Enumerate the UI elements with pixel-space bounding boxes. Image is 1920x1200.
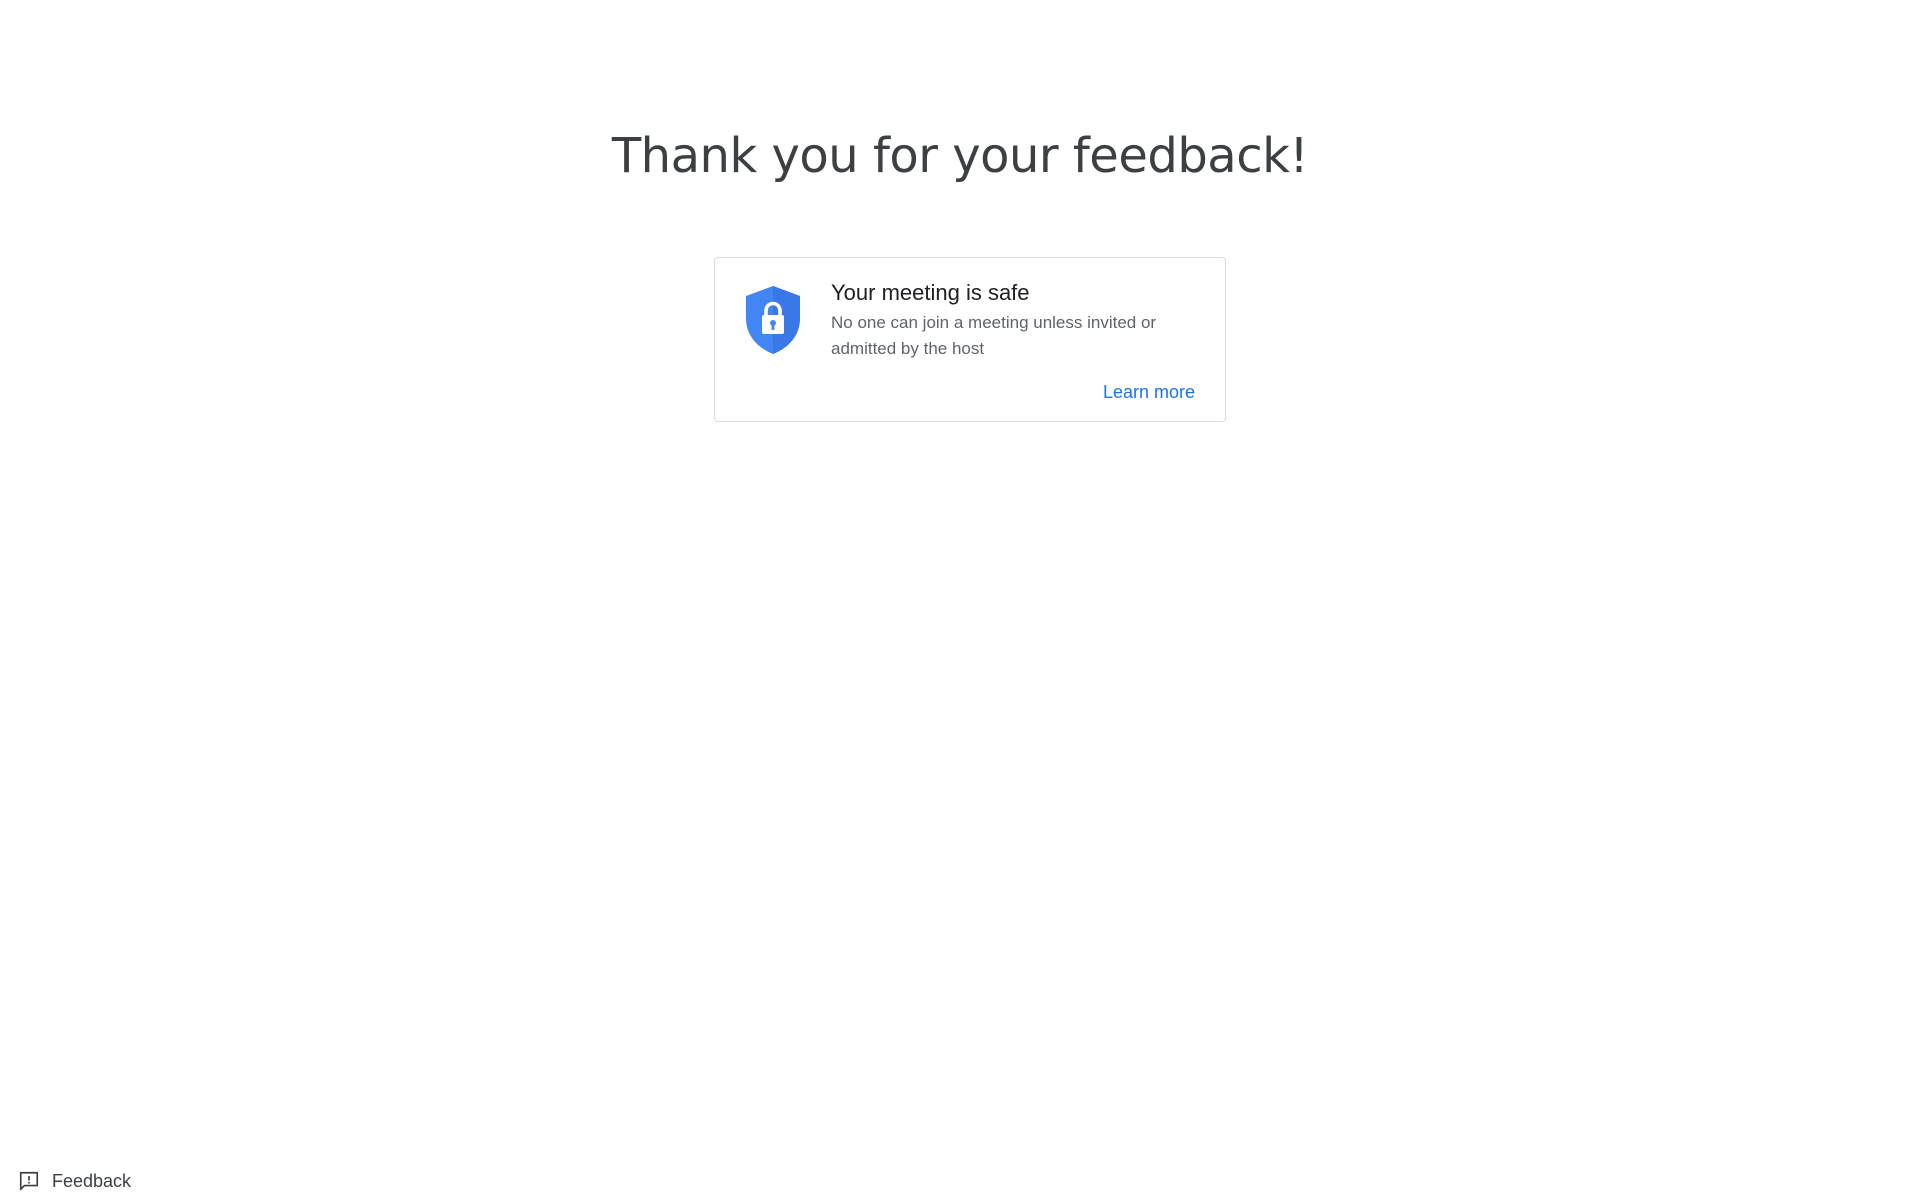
learn-more-link[interactable]: Learn more xyxy=(1103,382,1195,403)
card-title: Your meeting is safe xyxy=(831,280,1030,305)
meeting-safety-card: Your meeting is safe No one can join a m… xyxy=(714,257,1226,422)
shield-lock-icon xyxy=(746,286,800,354)
page: Thank you for your feedback! Your meetin… xyxy=(0,0,1920,1200)
feedback-label: Feedback xyxy=(52,1170,132,1191)
feedback-icon xyxy=(19,1171,39,1191)
card-description: No one can join a meeting unless invited… xyxy=(831,313,1157,358)
page-heading: Thank you for your feedback! xyxy=(611,128,1309,184)
feedback-button[interactable]: Feedback xyxy=(18,1170,131,1192)
